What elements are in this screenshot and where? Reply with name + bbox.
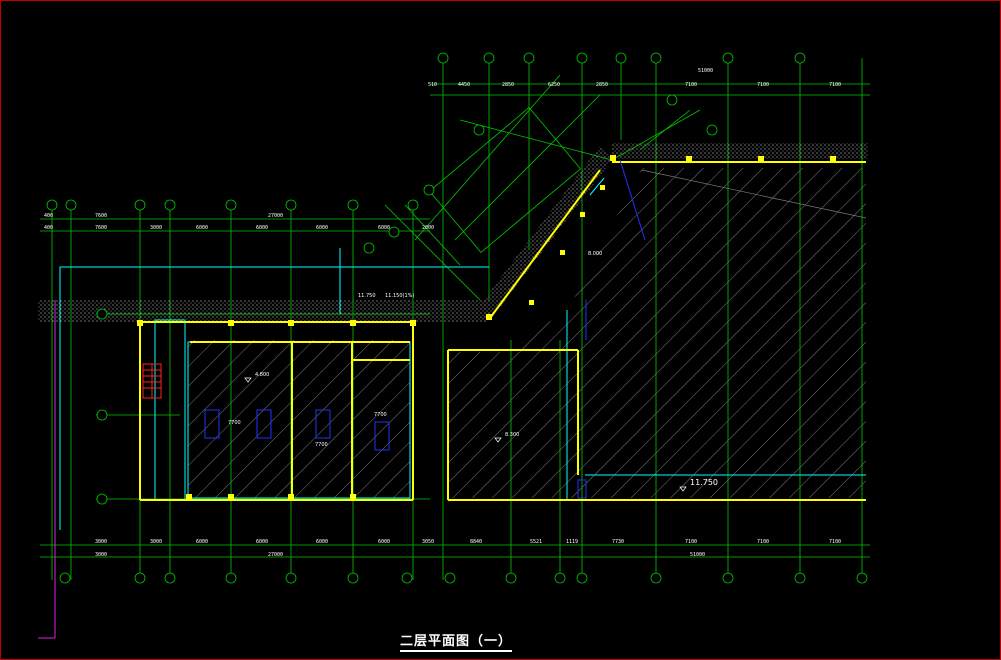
room-number: 7700 bbox=[315, 442, 328, 448]
dim-text: 400 bbox=[44, 225, 53, 231]
dim-text: 27000 bbox=[268, 552, 283, 558]
slope-note: 11.750 bbox=[358, 293, 376, 299]
dim-text: 6250 bbox=[548, 82, 560, 88]
dim-text: 4450 bbox=[458, 82, 470, 88]
dim-text: 51000 bbox=[690, 552, 705, 558]
dim-text: 3000 bbox=[95, 539, 107, 545]
dim-text: 6000 bbox=[316, 225, 328, 231]
dim-text: 6000 bbox=[256, 225, 268, 231]
floor-plan-drawing: 7600 27000 6000 2000 400 400 7600 3000 6… bbox=[38, 52, 870, 639]
dim-text: 510 bbox=[428, 82, 437, 88]
dim-text: 7100 bbox=[757, 539, 769, 545]
stair bbox=[142, 363, 162, 399]
dim-text: 6000 bbox=[378, 225, 390, 231]
dim-text: 7100 bbox=[685, 82, 697, 88]
left-bottom-dims: 3000 3000 6000 6000 6000 6000 3050 3000 … bbox=[95, 539, 434, 558]
elevation-mark: 8.000 bbox=[588, 251, 602, 257]
dim-text: 3000 bbox=[150, 539, 162, 545]
dim-text: 3000 bbox=[150, 225, 162, 231]
dim-text: 7100 bbox=[829, 539, 841, 545]
dim-text: 6000 bbox=[316, 539, 328, 545]
dim-text: 1119 bbox=[566, 539, 578, 545]
dim-text: 2850 bbox=[502, 82, 514, 88]
dim-text: 6000 bbox=[196, 225, 208, 231]
dim-text: 51000 bbox=[698, 68, 713, 74]
left-top-dims-row2: 7600 3000 6000 6000 6000 bbox=[95, 225, 328, 231]
dim-text: 2000 bbox=[422, 225, 434, 231]
dim-text: 3000 bbox=[95, 552, 107, 558]
dim-text: 7100 bbox=[757, 82, 769, 88]
dim-text: 7600 bbox=[95, 225, 107, 231]
elevation-mark: 4.800 bbox=[255, 372, 269, 378]
dim-text: 8840 bbox=[470, 539, 482, 545]
dim-text: 400 bbox=[44, 213, 53, 219]
right-bottom-dims: 8840 5521 1119 7730 7100 7100 7100 51000 bbox=[470, 539, 841, 558]
drawing-title: 二层平面图（一） bbox=[400, 630, 513, 652]
dim-text: 6000 bbox=[196, 539, 208, 545]
site-boundary bbox=[38, 300, 56, 639]
dim-text: 27000 bbox=[268, 213, 283, 219]
dim-text: 6000 bbox=[256, 539, 268, 545]
slope-note: 11.150(1%) bbox=[385, 293, 414, 299]
dim-text: 2850 bbox=[596, 82, 608, 88]
dim-text: 7100 bbox=[829, 82, 841, 88]
dim-text: 3050 bbox=[422, 539, 434, 545]
dim-text: 6000 bbox=[378, 539, 390, 545]
dim-text: 7600 bbox=[95, 213, 107, 219]
room-number: 7700 bbox=[374, 412, 387, 418]
hatched-floor-areas bbox=[188, 168, 867, 498]
elevation-mark: 11.750 bbox=[690, 478, 718, 487]
dim-text: 5521 bbox=[530, 539, 542, 545]
elevation-mark: 8.300 bbox=[505, 432, 519, 438]
room-number: 7700 bbox=[228, 420, 241, 426]
right-top-dims: 51000 510 4450 2850 6250 2850 7100 7100 … bbox=[428, 68, 841, 88]
dim-text: 7100 bbox=[685, 539, 697, 545]
dim-text: 7730 bbox=[612, 539, 624, 545]
